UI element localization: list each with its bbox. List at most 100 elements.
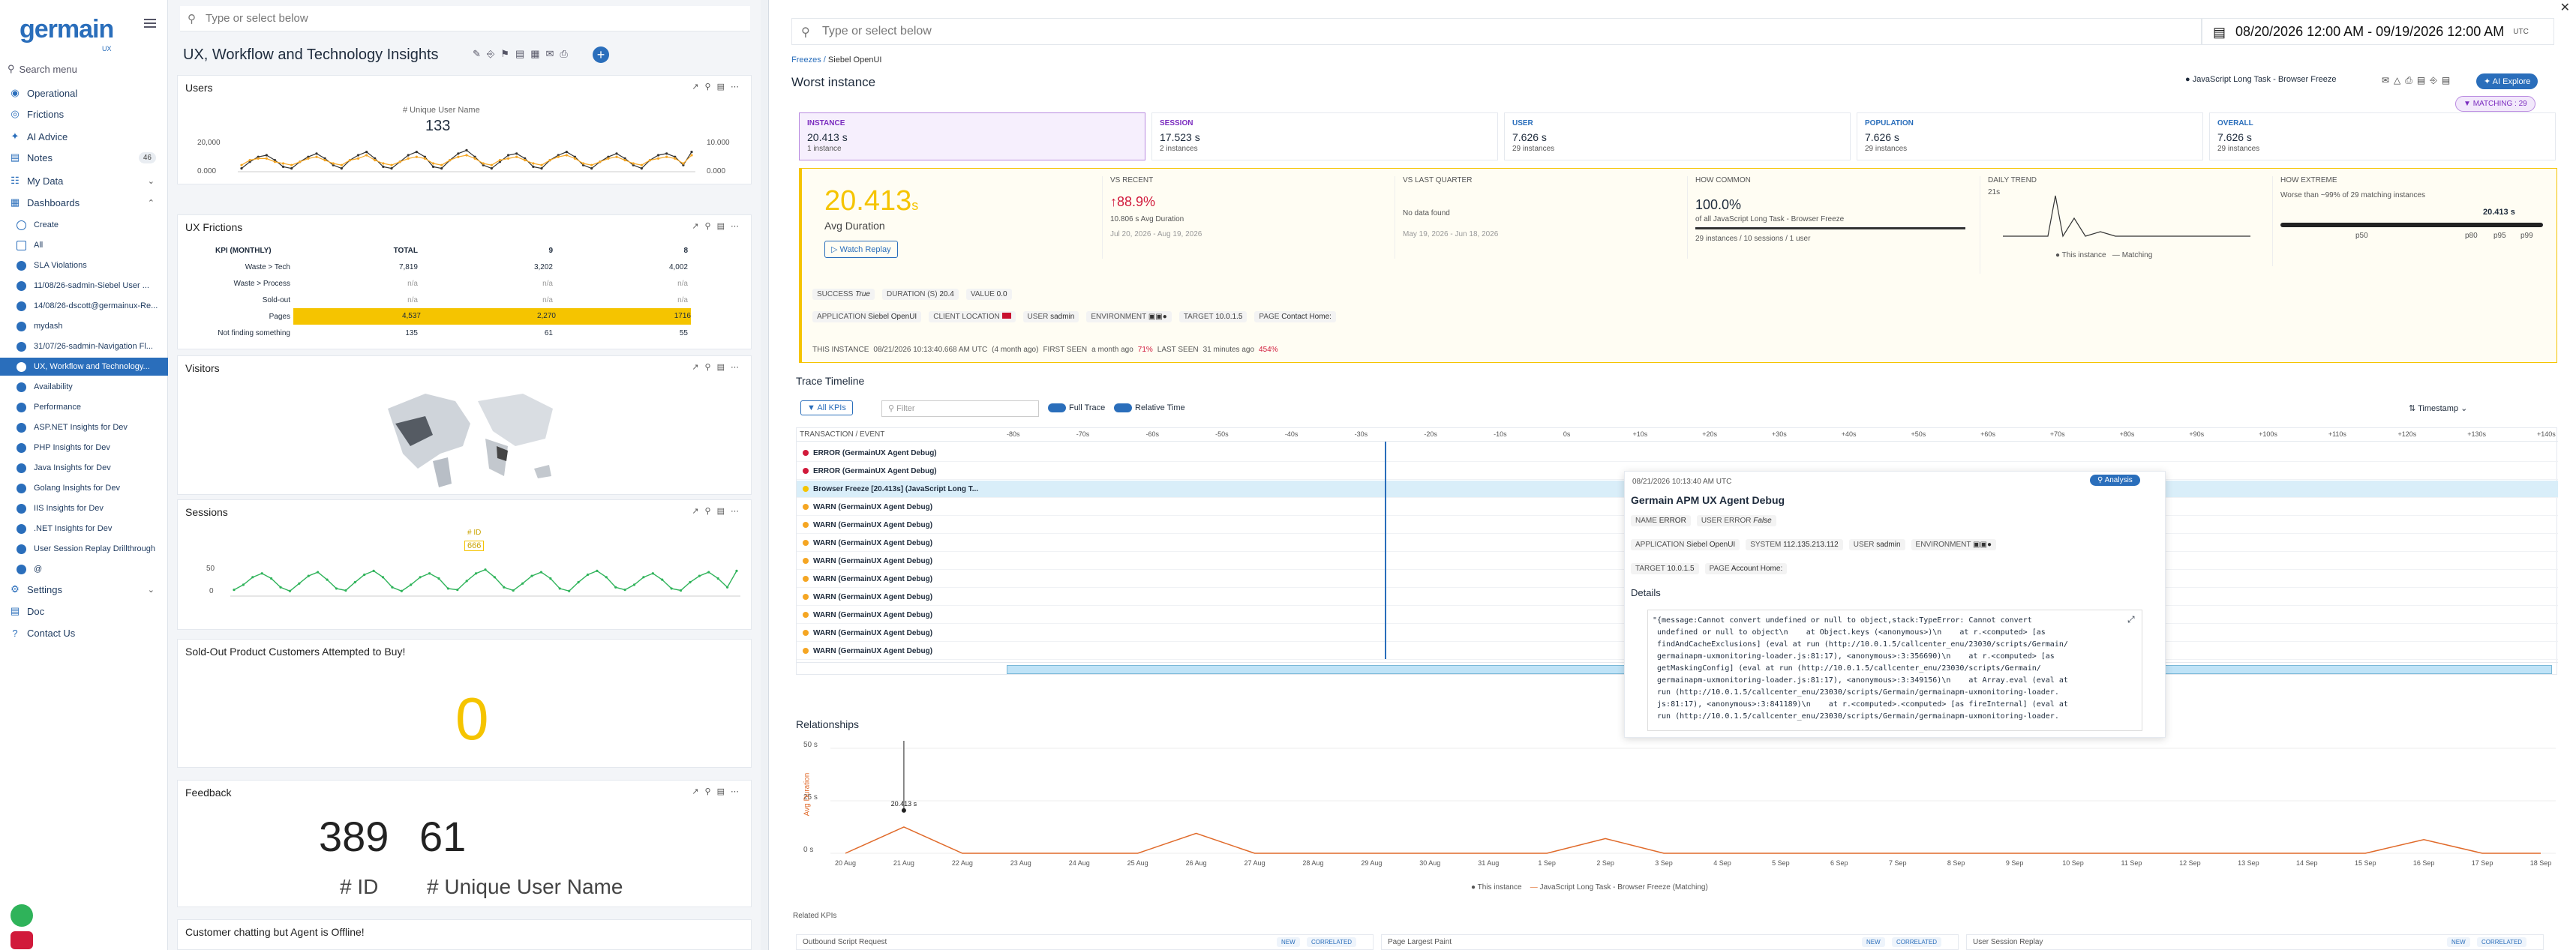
details-code-block[interactable]: "{message:Cannot convert undefined or nu… xyxy=(1647,610,2142,731)
dash-item[interactable]: User Session Replay Drillthrough xyxy=(0,540,168,558)
data-point xyxy=(437,577,440,580)
attr-key: USER ERROR xyxy=(1701,517,1752,525)
status-dot-icon xyxy=(803,630,809,636)
attr-chip: USER ERROR False xyxy=(1696,515,1776,526)
nav-dashboards[interactable]: ▦ Dashboards ⌃ xyxy=(0,193,168,211)
dash-item[interactable]: Availability xyxy=(0,378,168,396)
dash-item[interactable]: Golang Insights for Dev xyxy=(0,479,168,497)
related-kpi-card[interactable]: Outbound Script Request NEW CORRELATED xyxy=(796,934,1374,950)
dashboard-search-input[interactable]: ⚲ Type or select below xyxy=(180,6,750,31)
related-kpi-card[interactable]: Page Largest Paint NEW CORRELATED xyxy=(1381,934,1959,950)
x-tick-label: 15 Sep xyxy=(2355,859,2376,867)
kpi-value: 7.626 s xyxy=(2217,131,2252,143)
nav-settings[interactable]: ⚙ Settings ⌄ xyxy=(0,580,168,598)
attr-value: Siebel OpenUI xyxy=(868,313,917,321)
all-kpis-dropdown[interactable]: ▼ All KPIs xyxy=(800,400,853,415)
chat-support-icon[interactable] xyxy=(11,904,33,927)
full-trace-toggle[interactable]: Full Trace xyxy=(1048,403,1105,412)
col-header[interactable]: TOTAL xyxy=(290,247,418,255)
col-header[interactable]: 8 xyxy=(553,247,688,255)
related-kpi-card[interactable]: User Session Replay NEW CORRELATED xyxy=(1966,934,2544,950)
kpi-card-user[interactable]: USER 7.626 s 29 instances xyxy=(1504,112,1851,160)
data-point xyxy=(515,152,518,155)
dash-item[interactable]: Java Insights for Dev xyxy=(0,459,168,477)
kpi-tag[interactable]: ● JavaScript Long Task - Browser Freeze xyxy=(2185,75,2336,84)
dash-item[interactable]: @ xyxy=(0,560,168,578)
col-header[interactable]: KPI (MONTHLY) xyxy=(178,247,290,255)
kpi-card-instance[interactable]: INSTANCE 20.413 s 1 instance xyxy=(799,112,1145,160)
trace-row[interactable]: ERROR (GermainUX Agent Debug) xyxy=(797,445,2558,462)
nav-contact-us[interactable]: ? Contact Us xyxy=(0,624,168,642)
table-row-highlighted[interactable]: Pages 4,537 2,270 1716 xyxy=(178,308,752,325)
dash-item[interactable]: mydash xyxy=(0,317,168,335)
metric-value: 100.0% xyxy=(1695,197,1742,212)
dash-item[interactable]: 31/07/26-sadmin-Navigation Fl... xyxy=(0,337,168,355)
nav-doc[interactable]: ▤ Doc xyxy=(0,602,168,620)
nav-operational[interactable]: ◉ Operational xyxy=(0,84,168,102)
x-tick-label: 8 Sep xyxy=(1947,859,1965,867)
germain-logo[interactable]: germain UX xyxy=(20,15,114,52)
menu-search-input[interactable]: ⚲ Search menu xyxy=(8,60,161,78)
dash-item[interactable]: .NET Insights for Dev xyxy=(0,520,168,538)
table-row[interactable]: Waste > Tech 7,819 3,202 4,002 xyxy=(178,259,752,275)
panel-toolbar[interactable]: ✉△⎙▤⎆▤ xyxy=(2382,75,2454,86)
close-icon[interactable]: ✕ xyxy=(2560,0,2570,15)
table-row[interactable]: Waste > Process n/a n/a n/a xyxy=(178,275,752,292)
dash-item[interactable]: IIS Insights for Dev xyxy=(0,499,168,517)
timeline-filter-input[interactable]: ⚲ Filter xyxy=(881,400,1039,417)
kpi-card-population[interactable]: POPULATION 7.626 s 29 instances xyxy=(1857,112,2203,160)
hamburger-menu-icon[interactable] xyxy=(143,16,158,30)
value-cell: 55 xyxy=(679,328,688,337)
dash-item[interactable]: ASP.NET Insights for Dev xyxy=(0,418,168,436)
sort-dropdown[interactable]: ⇅ Timestamp ⌄ xyxy=(2409,403,2467,413)
dash-item[interactable]: SLA Violations xyxy=(0,256,168,274)
expand-icon[interactable]: ⤢ xyxy=(2127,614,2135,625)
world-map[interactable] xyxy=(373,379,560,491)
dash-item-create[interactable]: Create xyxy=(0,216,168,234)
col-header[interactable]: 9 xyxy=(418,247,553,255)
widget-tools[interactable]: ↗⚲▤⋯ xyxy=(692,787,745,796)
matching-filter-chip[interactable]: ▼ MATCHING : 29 xyxy=(2455,96,2535,112)
nav-frictions[interactable]: ◎ Frictions xyxy=(0,105,168,123)
relative-time-toggle[interactable]: Relative Time xyxy=(1114,403,1185,412)
dash-item[interactable]: Performance xyxy=(0,398,168,416)
axis-tick: 0s xyxy=(1563,430,1571,438)
date-range-picker[interactable]: ▤ 08/20/2026 12:00 AM - 09/19/2026 12:00… xyxy=(2202,18,2554,45)
value-cell: n/a xyxy=(407,279,418,288)
add-widget-button[interactable]: + xyxy=(593,46,609,63)
panel-search-input[interactable]: ⚲ Type or select below xyxy=(791,18,2202,45)
data-point xyxy=(415,155,418,158)
nav-label: Operational xyxy=(27,87,78,99)
data-point xyxy=(270,577,273,580)
dash-item[interactable]: 11/08/26-sadmin-Siebel User ... xyxy=(0,277,168,295)
ai-explore-button[interactable]: ✦ AI Explore xyxy=(2476,73,2538,89)
watch-replay-button[interactable]: ▷ Watch Replay xyxy=(824,241,898,258)
widget-tools[interactable]: ↗⚲▤⋯ xyxy=(692,506,745,516)
widget-tools[interactable]: ↗⚲▤⋯ xyxy=(692,221,745,231)
dash-item-active[interactable]: UX, Workflow and Technology... xyxy=(0,358,168,376)
dash-label: mydash xyxy=(34,322,63,331)
record-icon[interactable] xyxy=(11,931,33,949)
data-point xyxy=(428,572,431,575)
table-row[interactable]: Not finding something 135 61 55 xyxy=(178,325,752,341)
kpi-card-session[interactable]: SESSION 17.523 s 2 instances xyxy=(1151,112,1498,160)
widget-tools[interactable]: ↗⚲▤⋯ xyxy=(692,82,745,91)
dash-item-all[interactable]: All xyxy=(0,236,168,254)
axis-tick: +70s xyxy=(2049,430,2065,438)
dashboard-toolbar[interactable]: ✎⎆⚑▤▦✉⎙ xyxy=(473,48,574,60)
data-point xyxy=(482,162,485,165)
y-axis-label: Avg Duration xyxy=(803,772,812,817)
widget-tools[interactable]: ↗⚲▤⋯ xyxy=(692,362,745,372)
nav-my-data[interactable]: ☷ My Data ⌄ xyxy=(0,172,168,190)
dash-item[interactable]: PHP Insights for Dev xyxy=(0,439,168,457)
dash-item[interactable]: 14/08/26-dscott@germainux-Re... xyxy=(0,297,168,315)
table-row[interactable]: Sold-out n/a n/a n/a xyxy=(178,292,752,308)
kpi-card-overall[interactable]: OVERALL 7.626 s 29 instances xyxy=(2209,112,2556,160)
breadcrumb-link[interactable]: Freezes xyxy=(791,55,821,64)
axis-tick: +60s xyxy=(1980,430,1995,438)
nav-ai-advice[interactable]: ✦ AI Advice xyxy=(0,127,168,145)
filter-placeholder: Filter xyxy=(896,404,915,413)
nav-notes[interactable]: ▤ Notes 46 xyxy=(0,148,168,166)
first-seen-change: 71% xyxy=(1137,346,1153,354)
analysis-button[interactable]: ⚲ Analysis xyxy=(2090,475,2140,486)
